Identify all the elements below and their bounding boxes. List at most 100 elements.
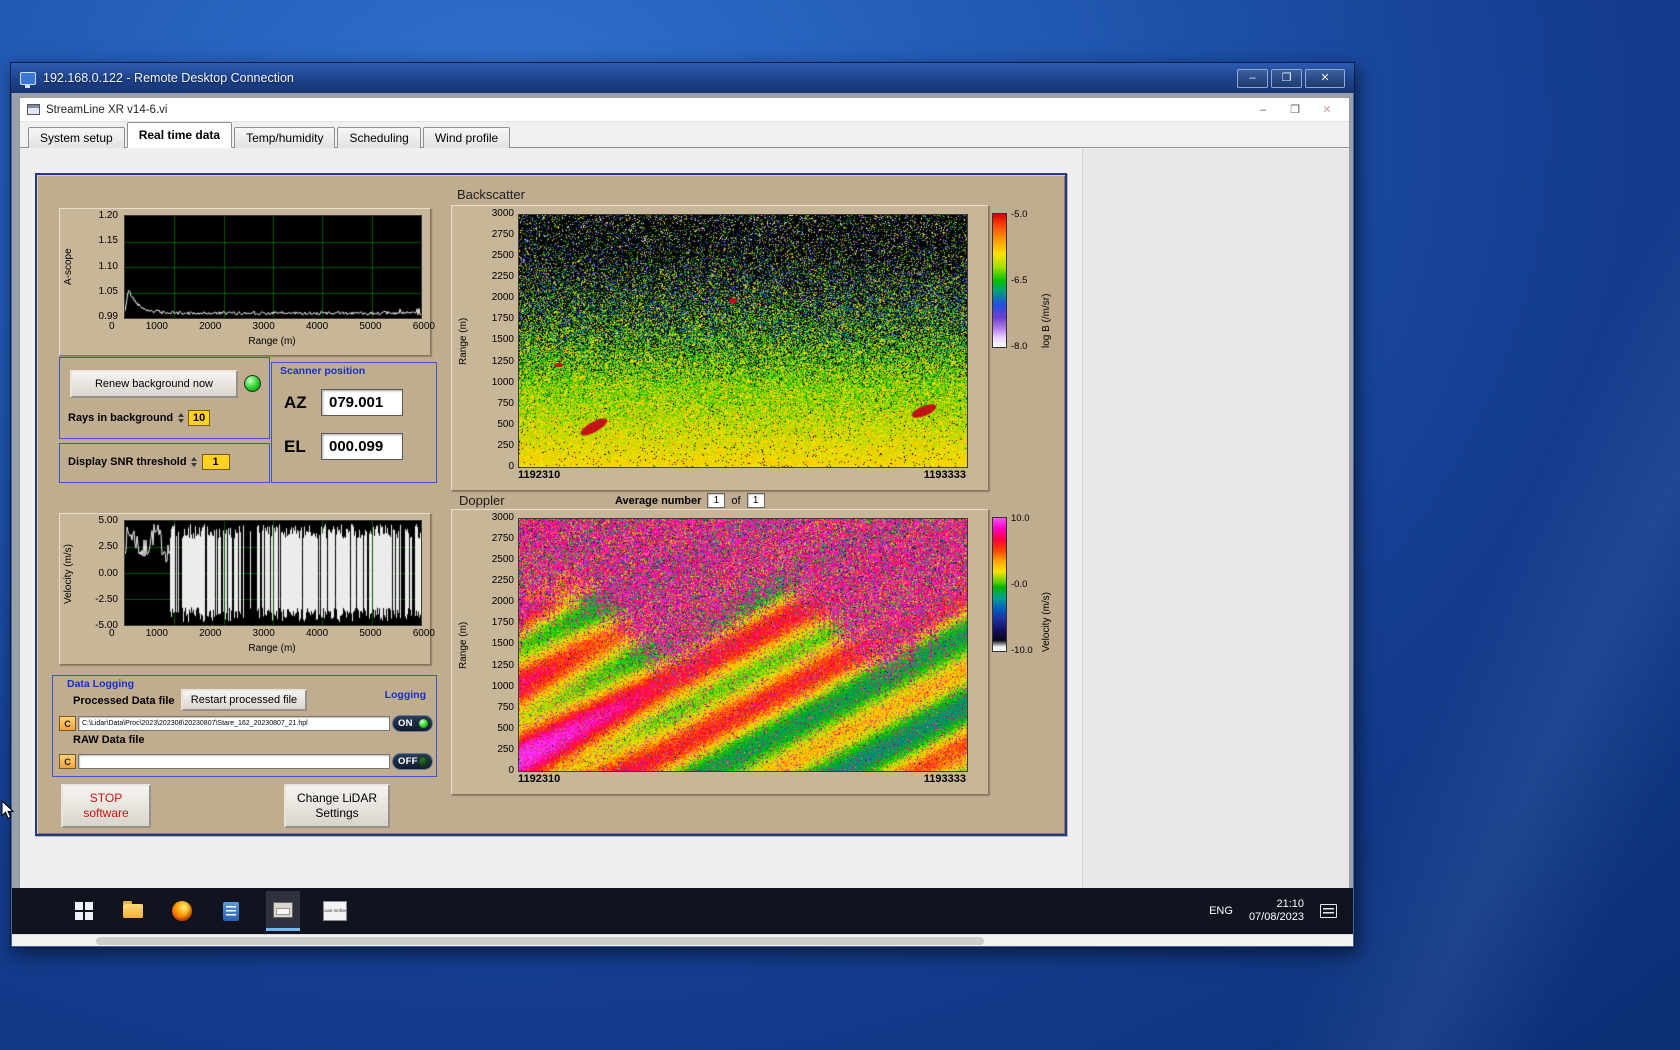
tick-label: 2250 (492, 271, 514, 282)
rdp-window: 192.168.0.122 - Remote Desktop Connectio… (10, 62, 1355, 948)
backscatter-heatmap (518, 214, 968, 468)
language-indicator[interactable]: ENG (1209, 905, 1233, 917)
snr-spinner[interactable] (190, 454, 199, 470)
clock[interactable]: 21:10 07/08/2023 (1249, 898, 1304, 925)
notification-center-icon[interactable] (1320, 904, 1337, 918)
tick-label: 0 (508, 461, 514, 472)
tick-label: 1750 (492, 313, 514, 324)
doppler-x-start-label: 1192310 (518, 773, 560, 785)
velocity-y-ticks: 5.002.500.00-2.50-5.00 (78, 515, 118, 631)
start-button[interactable] (70, 894, 98, 928)
tick-label: 4000 (306, 321, 328, 332)
change-button-line2: Settings (315, 806, 358, 821)
average-total-input[interactable]: 1 (747, 493, 765, 508)
app-restore-button[interactable]: ❐ (1280, 100, 1310, 120)
streamline-taskbar-button[interactable] (266, 891, 300, 931)
tick-label: 2000 (492, 596, 514, 607)
tick-label: 2500 (492, 250, 514, 261)
ascope-plot (124, 215, 422, 319)
app-titlebar[interactable]: StreamLine XR v14-6.vi – ❐ ✕ (20, 98, 1349, 122)
processed-logging-toggle[interactable]: ON (392, 715, 433, 732)
scan-scheduler-label: Scan Sched (323, 909, 347, 914)
tick-label: 1.20 (99, 210, 118, 221)
tick-label: 1000 (146, 628, 168, 639)
tick-label: 3000 (492, 208, 514, 219)
file-explorer-button[interactable] (119, 894, 147, 928)
app-minimize-button[interactable]: – (1248, 100, 1278, 120)
tab-wind-profile[interactable]: Wind profile (423, 127, 510, 148)
tick-label: 1.05 (99, 286, 118, 297)
renew-background-button[interactable]: Renew background now (70, 370, 238, 398)
firefox-button[interactable] (168, 894, 196, 928)
doppler-heatmap (518, 518, 968, 772)
rays-in-background-input[interactable]: 10 (188, 410, 210, 426)
average-number-label: Average number (615, 495, 701, 507)
doppler-plot-card: Range (m) 300027502500225020001750150012… (451, 509, 989, 795)
tick-label: 750 (497, 398, 514, 409)
tick-label: 5.00 (99, 515, 118, 526)
horizontal-scrollbar[interactable] (12, 934, 1353, 946)
rdp-titlebar[interactable]: 192.168.0.122 - Remote Desktop Connectio… (11, 63, 1354, 93)
stop-button-line2: software (83, 806, 128, 821)
tick-label: 5000 (359, 628, 381, 639)
tick-label: 2.50 (99, 541, 118, 552)
clock-date: 07/08/2023 (1249, 911, 1304, 925)
processed-data-file-path[interactable]: C:\Lidar\Data\Proc\2023\202308\20230807\… (78, 716, 390, 731)
raw-path-browse-icon[interactable]: C (59, 754, 76, 769)
tick-label: 6000 (413, 321, 435, 332)
stop-software-button[interactable]: STOP software (61, 784, 151, 828)
firefox-icon (172, 901, 192, 921)
backscatter-y-ticks: 3000275025002250200017501500125010007505… (476, 208, 514, 472)
velocity-x-axis-label: Range (m) (124, 643, 420, 654)
doppler-x-end-label: 1193333 (924, 773, 966, 785)
backscatter-y-axis-label: Range (m) (458, 276, 469, 406)
rdp-maximize-button[interactable]: ❐ (1271, 69, 1302, 88)
tick-label: -8.0 (1011, 341, 1045, 352)
tab-system-setup[interactable]: System setup (28, 127, 125, 148)
front-panel: A-scope 1.201.151.101.050.99 01000200030… (35, 173, 1067, 836)
tick-label: 2000 (199, 628, 221, 639)
rdp-client-area: StreamLine XR v14-6.vi – ❐ ✕ System setu… (12, 93, 1353, 946)
start-icon (75, 902, 93, 920)
raw-data-file-path[interactable] (78, 754, 390, 769)
elevation-label: EL (284, 437, 312, 457)
velocity-x-ticks: 0100020003000400050006000 (109, 628, 435, 639)
elevation-value[interactable]: 000.099 (321, 433, 403, 460)
raw-logging-toggle[interactable]: OFF (392, 753, 433, 770)
data-logging-group: Data Logging Processed Data file Restart… (52, 675, 437, 777)
tab-strip: System setup Real time data Temp/humidit… (20, 122, 1349, 148)
doppler-y-axis-label: Range (m) (458, 580, 469, 710)
ascope-x-axis-label: Range (m) (124, 336, 420, 347)
doppler-colorbar (992, 517, 1007, 652)
snr-threshold-input[interactable]: 1 (202, 454, 230, 470)
scanner-position-group: Scanner position AZ 079.001 EL 000.099 (271, 362, 437, 483)
processed-path-browse-icon[interactable]: C (59, 716, 76, 731)
restart-processed-file-button[interactable]: Restart processed file (181, 689, 307, 711)
ascope-plot-card: A-scope 1.201.151.101.050.99 01000200030… (59, 208, 431, 356)
tick-label: -2.50 (95, 594, 118, 605)
app-close-button[interactable]: ✕ (1312, 100, 1342, 120)
ascope-y-axis-label: A-scope (63, 217, 74, 317)
scan-scheduler-button[interactable]: Scan Sched (321, 894, 349, 928)
tab-real-time-data[interactable]: Real time data (127, 122, 232, 148)
rdp-close-button[interactable]: ✕ (1305, 69, 1345, 88)
taskbar: Scan Sched ENG 21:10 07/08/2023 (12, 888, 1353, 934)
text-editor-button[interactable] (217, 894, 245, 928)
mouse-cursor-icon (1, 800, 16, 820)
average-number-input[interactable]: 1 (707, 493, 725, 508)
rays-spinner[interactable] (176, 410, 185, 426)
change-lidar-settings-button[interactable]: Change LiDAR Settings (284, 784, 390, 828)
tab-scheduling[interactable]: Scheduling (337, 127, 420, 148)
horizontal-scrollbar-thumb[interactable] (96, 937, 984, 945)
tick-label: 2750 (492, 533, 514, 544)
snr-threshold-group: Display SNR threshold 1 (59, 443, 270, 483)
rdp-minimize-button[interactable]: – (1237, 69, 1268, 88)
logging-label: Logging (385, 689, 426, 701)
tick-label: 0 (109, 628, 115, 639)
tick-label: 3000 (253, 321, 275, 332)
average-number-row: Average number 1 of 1 (615, 493, 765, 508)
tick-label: 750 (497, 702, 514, 713)
azimuth-value[interactable]: 079.001 (321, 389, 403, 416)
desktop: 192.168.0.122 - Remote Desktop Connectio… (0, 0, 1680, 1050)
tab-temp-humidity[interactable]: Temp/humidity (234, 127, 335, 148)
